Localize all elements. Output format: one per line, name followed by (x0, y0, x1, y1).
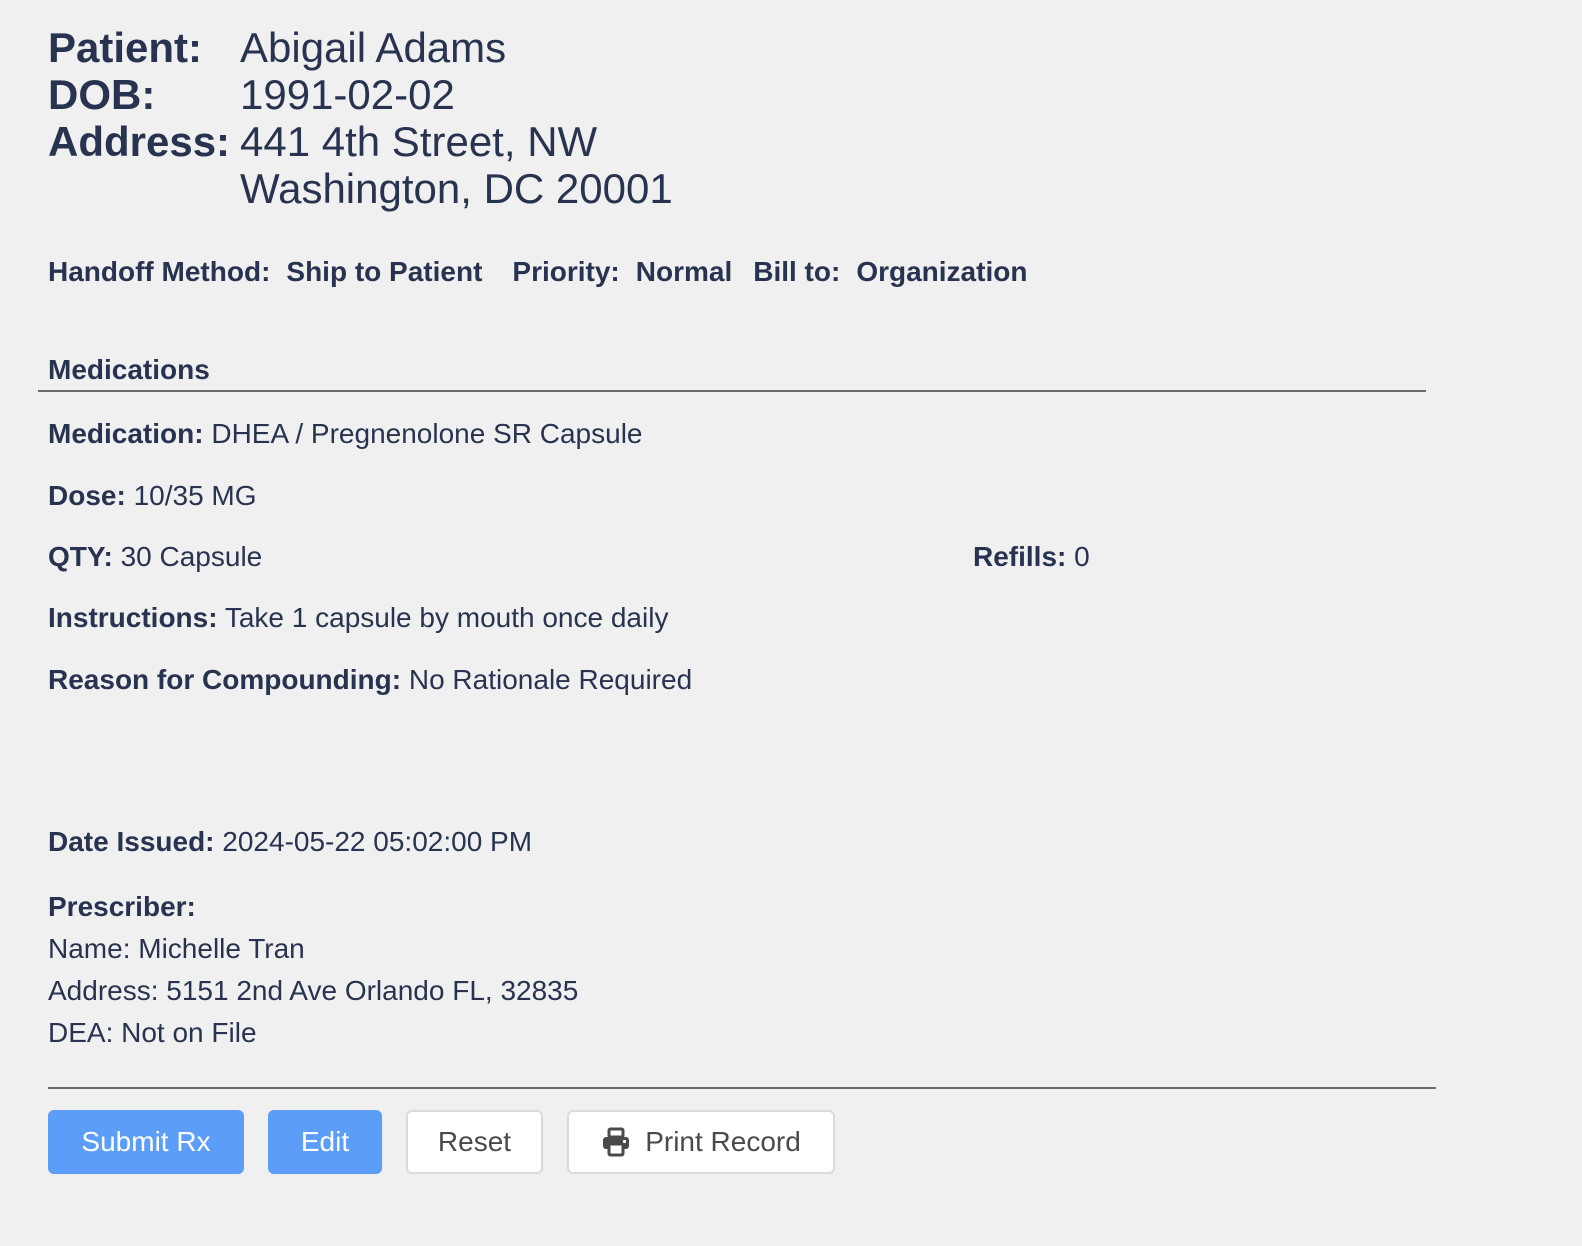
reason-value: No Rationale Required (408, 664, 693, 695)
reset-button[interactable]: Reset (406, 1110, 543, 1174)
patient-dob-row: DOB: 1991-02-02 (48, 71, 673, 118)
priority-value: Normal (635, 256, 733, 287)
instructions-field: Instructions: Take 1 capsule by mouth on… (48, 602, 668, 634)
print-record-button[interactable]: Print Record (567, 1110, 835, 1174)
qty-field: QTY: 30 Capsule (48, 541, 262, 573)
prescriber-title: Prescriber: (48, 891, 196, 922)
bill-to-value: Organization (856, 256, 1028, 287)
submit-rx-button[interactable]: Submit Rx (48, 1110, 244, 1174)
printer-icon (601, 1127, 631, 1157)
dose-value: 10/35 MG (133, 480, 257, 511)
print-record-label: Print Record (645, 1126, 801, 1157)
date-issued-label: Date Issued: (48, 826, 215, 857)
patient-name: Abigail Adams (240, 24, 507, 71)
dob-label: DOB: (48, 71, 156, 118)
refills-field: Refills: 0 (973, 541, 1090, 573)
instructions-value: Take 1 capsule by mouth once daily (224, 602, 669, 633)
reason-field: Reason for Compounding: No Rationale Req… (48, 664, 692, 696)
refills-label: Refills: (973, 541, 1067, 572)
actions-divider (48, 1087, 1436, 1089)
reason-label: Reason for Compounding: (48, 664, 402, 695)
medication-value: DHEA / Pregnenolone SR Capsule (211, 418, 643, 449)
patient-dob: 1991-02-02 (240, 71, 455, 118)
prescription-review-page: Patient: Abigail Adams DOB: 1991-02-02 A… (0, 0, 1582, 1246)
dose-label: Dose: (48, 480, 126, 511)
prescriber-name: Name: Michelle Tran (48, 933, 305, 964)
prescriber-address: Address: 5151 2nd Ave Orlando FL, 32835 (48, 975, 579, 1006)
handoff-method-value: Ship to Patient (286, 256, 483, 287)
qty-label: QTY: (48, 541, 113, 572)
priority-label: Priority: (512, 256, 620, 287)
edit-button[interactable]: Edit (268, 1110, 382, 1174)
medications-divider (38, 390, 1426, 392)
handoff-method-label: Handoff Method: (48, 256, 271, 287)
prescriber-dea: DEA: Not on File (48, 1017, 257, 1048)
patient-label: Patient: (48, 24, 203, 71)
bill-to-label: Bill to: (753, 256, 841, 287)
qty-value: 30 Capsule (120, 541, 263, 572)
dose-field: Dose: 10/35 MG (48, 480, 257, 512)
patient-address-row: Address: 441 4th Street, NW Washington, … (48, 118, 673, 212)
medication-field: Medication: DHEA / Pregnenolone SR Capsu… (48, 418, 643, 450)
patient-address: 441 4th Street, NW Washington, DC 20001 (240, 118, 673, 212)
patient-header: Patient: Abigail Adams DOB: 1991-02-02 A… (48, 24, 673, 212)
order-details-line: Handoff Method: Ship to Patient Priority: N… (48, 256, 1027, 288)
date-issued-value: 2024-05-22 05:02:00 PM (222, 826, 533, 857)
patient-address-line2: Washington, DC 20001 (240, 165, 673, 212)
date-issued-field: Date Issued: 2024-05-22 05:02:00 PM (48, 826, 532, 858)
patient-address-line1: 441 4th Street, NW (240, 118, 598, 165)
prescriber-block: Prescriber: Name: Michelle Tran Address:… (48, 886, 578, 1054)
patient-name-row: Patient: Abigail Adams (48, 24, 673, 71)
instructions-label: Instructions: (48, 602, 218, 633)
refills-value: 0 (1074, 541, 1090, 572)
medications-section-title: Medications (48, 354, 210, 385)
address-label: Address: (48, 118, 231, 165)
medication-label: Medication: (48, 418, 204, 449)
